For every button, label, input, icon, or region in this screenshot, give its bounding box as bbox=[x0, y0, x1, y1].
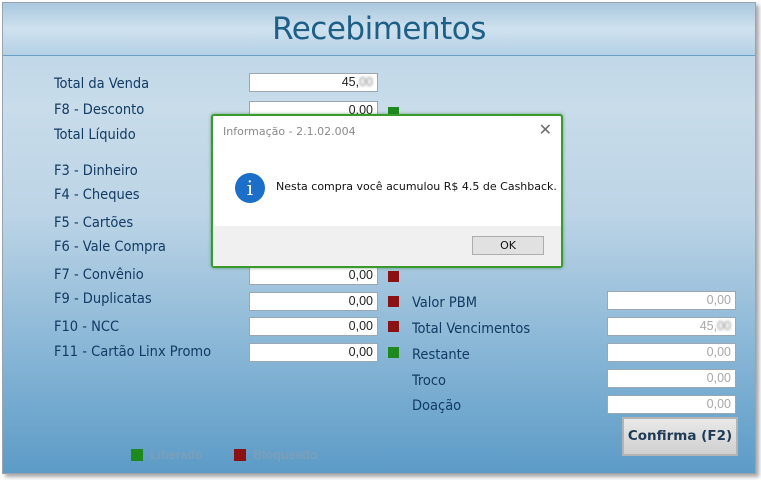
dialog-title: Informação - 2.1.02.004 bbox=[223, 125, 356, 138]
label-valor-pbm: Valor PBM bbox=[412, 295, 477, 311]
dialog-message: Nesta compra você acumulou R$ 4.5 de Cas… bbox=[276, 180, 557, 193]
label-dinheiro: F3 - Dinheiro bbox=[54, 163, 138, 179]
total-venda-blurred: 00 bbox=[359, 75, 373, 89]
label-restante: Restante bbox=[412, 347, 470, 363]
total-vencimentos-blurred: 00 bbox=[717, 319, 731, 333]
restante-field[interactable]: 0,00 bbox=[607, 343, 736, 362]
window-header: Recebimentos bbox=[3, 3, 755, 56]
label-desconto: F8 - Desconto bbox=[54, 102, 145, 118]
doacao-field[interactable]: 0,00 bbox=[607, 395, 736, 414]
label-ncc: F10 - NCC bbox=[54, 319, 120, 335]
label-cartao-linx-promo: F11 - Cartão Linx Promo bbox=[54, 344, 212, 360]
duplicatas-status-indicator bbox=[388, 296, 399, 307]
label-vale-compra: F6 - Vale Compra bbox=[54, 239, 166, 255]
label-cartoes: F5 - Cartões bbox=[54, 215, 134, 231]
cartao-linx-promo-status-indicator bbox=[388, 347, 399, 358]
label-total-liquido: Total Líquido bbox=[54, 127, 136, 143]
convenio-field[interactable]: 0,00 bbox=[249, 266, 378, 285]
liberado-legend-label: Liberado bbox=[150, 448, 203, 462]
info-icon: i bbox=[235, 173, 265, 203]
bloqueado-legend-swatch bbox=[234, 449, 246, 461]
bloqueado-legend-label: Bloqueado bbox=[253, 448, 318, 462]
liberado-legend-swatch bbox=[131, 449, 143, 461]
label-doacao: Doação bbox=[412, 398, 462, 414]
label-total-venda: Total da Venda bbox=[54, 76, 150, 92]
total-venda-field[interactable]: 45,00 bbox=[249, 73, 378, 92]
cartao-linx-promo-field[interactable]: 0,00 bbox=[249, 343, 378, 362]
total-venda-value: 45, bbox=[341, 75, 360, 89]
total-vencimentos-value: 45, bbox=[699, 319, 718, 333]
confirma-button[interactable]: Confirma (F2) bbox=[622, 417, 738, 456]
ok-button[interactable]: OK bbox=[472, 236, 544, 255]
label-cheques: F4 - Cheques bbox=[54, 187, 140, 203]
ncc-status-indicator bbox=[388, 321, 399, 332]
ncc-field[interactable]: 0,00 bbox=[249, 317, 378, 336]
page-title: Recebimentos bbox=[272, 11, 486, 47]
label-convenio: F7 - Convênio bbox=[54, 267, 144, 283]
convenio-status-indicator bbox=[388, 271, 399, 282]
information-dialog: Informação - 2.1.02.004 ✕ i Nesta compra… bbox=[211, 114, 563, 268]
label-duplicatas: F9 - Duplicatas bbox=[54, 291, 152, 307]
label-troco: Troco bbox=[412, 373, 447, 389]
troco-field[interactable]: 0,00 bbox=[607, 369, 736, 388]
dialog-footer: OK bbox=[213, 226, 561, 266]
total-vencimentos-field[interactable]: 45,00 bbox=[607, 317, 736, 336]
label-total-vencimentos: Total Vencimentos bbox=[412, 321, 531, 337]
close-icon[interactable]: ✕ bbox=[539, 120, 552, 139]
valor-pbm-field[interactable]: 0,00 bbox=[607, 291, 736, 310]
duplicatas-field[interactable]: 0,00 bbox=[249, 292, 378, 311]
